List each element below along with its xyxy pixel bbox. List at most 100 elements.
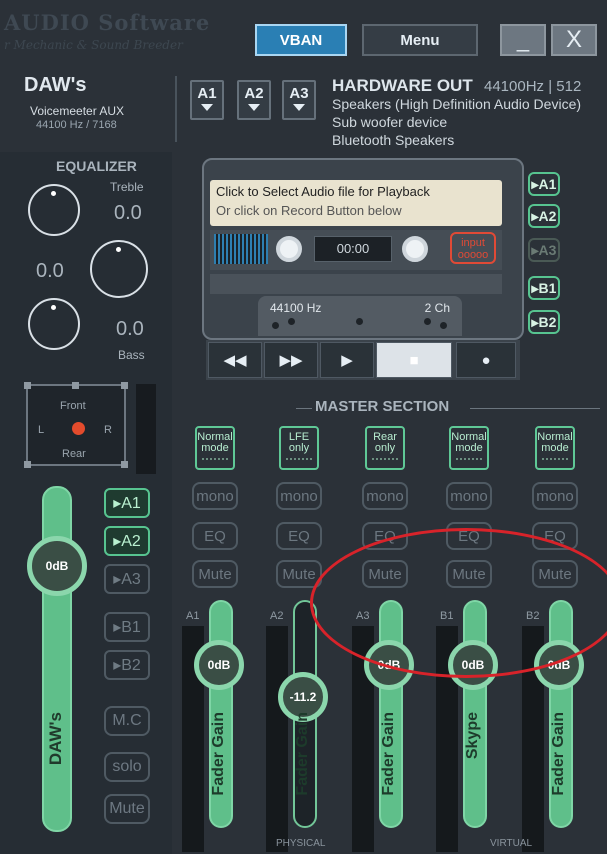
- left-reel-icon: [276, 236, 302, 262]
- tape-hole: [288, 318, 295, 325]
- strip-header: DAW's Voicemeeter AUX 44100 Hz / 7168 A1…: [0, 74, 607, 152]
- equalizer-title: EQUALIZER: [56, 158, 137, 174]
- hardware-out-rate: 44100Hz | 512: [484, 78, 582, 95]
- channel-mode-button[interactable]: Normal mode: [449, 426, 489, 470]
- player-route-a3[interactable]: ▸A3: [528, 238, 560, 262]
- level-meter: [136, 384, 156, 474]
- cassette-player: Click to Select Audio file for Playback …: [202, 158, 524, 340]
- route-a3-button[interactable]: ▸A3: [104, 564, 150, 594]
- tape-hole: [272, 322, 279, 329]
- knob-indicator-icon: [51, 305, 56, 310]
- pan-position-handle[interactable]: [72, 422, 85, 435]
- mode-dots-icon: [456, 458, 482, 461]
- bus-label: A2: [244, 85, 264, 102]
- header-bus-a3-button[interactable]: A3: [282, 80, 316, 120]
- eq-button[interactable]: EQ: [276, 522, 322, 550]
- bus-label: A1: [197, 85, 217, 102]
- strip-title[interactable]: DAW's: [24, 74, 87, 97]
- channel-fader-label: Skype: [464, 712, 481, 760]
- brand-subtitle: r Mechanic & Sound Breeder: [4, 38, 183, 52]
- master-section-title: MASTER SECTION: [315, 398, 450, 415]
- route-label: ▸B1: [531, 279, 557, 296]
- route-a1-button[interactable]: ▸A1: [104, 488, 150, 518]
- strip-device: Voicemeeter AUX: [30, 104, 125, 118]
- play-button[interactable]: ▶: [320, 342, 374, 378]
- stop-button[interactable]: ■: [376, 342, 452, 378]
- brand-title: AUDIO Software: [4, 10, 211, 35]
- playback-file-selector[interactable]: Click to Select Audio file for Playback …: [210, 180, 502, 226]
- dropdown-arrow-icon: [293, 104, 305, 111]
- treble-knob[interactable]: [28, 184, 80, 236]
- master-area: Click to Select Audio file for Playback …: [172, 152, 607, 854]
- vban-button[interactable]: VBAN: [255, 24, 347, 56]
- channel-fader-label: Fader Gain: [380, 712, 397, 796]
- route-label: ▸A2: [113, 533, 141, 550]
- solo-button[interactable]: solo: [104, 752, 150, 782]
- input-strip: EQUALIZER Treble 0.0 0.0 0.0 Bass Front …: [0, 152, 172, 854]
- rewind-button[interactable]: ◀◀: [208, 342, 262, 378]
- pan-corner: [24, 382, 31, 389]
- mono-button[interactable]: mono: [532, 482, 578, 510]
- hardware-device-1[interactable]: Speakers (High Definition Audio Device): [332, 96, 581, 112]
- strip-fader-knob[interactable]: 0dB: [27, 536, 87, 596]
- master-title-line: [296, 408, 312, 409]
- player-route-b1[interactable]: ▸B1: [528, 276, 560, 300]
- input-indicator: ooooo: [457, 249, 489, 261]
- knob-indicator-icon: [51, 191, 56, 196]
- mode-dots-icon: [286, 458, 312, 461]
- channel-fader-knob[interactable]: 0dB: [194, 640, 244, 690]
- route-label: ▸B2: [531, 313, 557, 330]
- treble-value: 0.0: [114, 202, 142, 224]
- mid-knob[interactable]: [90, 240, 148, 298]
- mono-button[interactable]: mono: [362, 482, 408, 510]
- channel-mode-button[interactable]: Rear only: [365, 426, 405, 470]
- hardware-device-2[interactable]: Sub woofer device: [332, 114, 447, 130]
- player-route-a2[interactable]: ▸A2: [528, 204, 560, 228]
- mute-button[interactable]: Mute: [104, 794, 150, 824]
- pan-left-label: L: [38, 424, 45, 436]
- header-bus-a1-button[interactable]: A1: [190, 80, 224, 120]
- title-bar: AUDIO Software r Mechanic & Sound Breede…: [0, 0, 607, 74]
- fast-forward-button[interactable]: ▶▶: [264, 342, 318, 378]
- route-b2-button[interactable]: ▸B2: [104, 650, 150, 680]
- route-a2-button[interactable]: ▸A2: [104, 526, 150, 556]
- channel-fader-label: Fader Gain: [294, 712, 311, 796]
- channel-bus-label: A2: [270, 610, 284, 622]
- input-button[interactable]: input ooooo: [450, 232, 496, 264]
- mono-button[interactable]: mono: [192, 482, 238, 510]
- mute-button[interactable]: Mute: [192, 560, 238, 588]
- strip-rate: 44100 Hz / 7168: [36, 119, 117, 131]
- spectrum-meter: [214, 234, 268, 264]
- player-route-b2[interactable]: ▸B2: [528, 310, 560, 334]
- channel-mode-button[interactable]: Normal mode: [195, 426, 235, 470]
- close-button[interactable]: X: [551, 24, 597, 56]
- hardware-device-3[interactable]: Bluetooth Speakers: [332, 132, 454, 148]
- header-divider: [175, 76, 177, 142]
- record-instruction: Or click on Record Button below: [216, 203, 402, 218]
- channel-mode-button[interactable]: LFE only: [279, 426, 319, 470]
- pan-corner: [24, 461, 31, 468]
- tape-hole: [356, 318, 363, 325]
- player-route-a1[interactable]: ▸A1: [528, 172, 560, 196]
- input-label: input: [461, 237, 485, 249]
- record-button[interactable]: ●: [456, 342, 516, 378]
- mode-dots-icon: [542, 458, 568, 461]
- route-label: ▸A1: [113, 495, 141, 512]
- mono-button[interactable]: mono: [276, 482, 322, 510]
- channel-mode-button[interactable]: Normal mode: [535, 426, 575, 470]
- mode-line-2: only: [374, 442, 396, 454]
- route-b1-button[interactable]: ▸B1: [104, 612, 150, 642]
- tape-hole: [424, 318, 431, 325]
- header-bus-a2-button[interactable]: A2: [237, 80, 271, 120]
- route-label: ▸A2: [531, 207, 557, 224]
- eq-button[interactable]: EQ: [192, 522, 238, 550]
- bass-knob[interactable]: [28, 298, 80, 350]
- pan-pad[interactable]: Front Rear L R: [24, 382, 128, 468]
- channel-count: 2 Ch: [424, 301, 450, 315]
- bass-label: Bass: [118, 348, 145, 362]
- sample-rate: 44100 Hz: [270, 301, 322, 315]
- mono-button[interactable]: mono: [446, 482, 492, 510]
- minimize-button[interactable]: _: [500, 24, 546, 56]
- menu-button[interactable]: Menu: [362, 24, 478, 56]
- mc-button[interactable]: M.C: [104, 706, 150, 736]
